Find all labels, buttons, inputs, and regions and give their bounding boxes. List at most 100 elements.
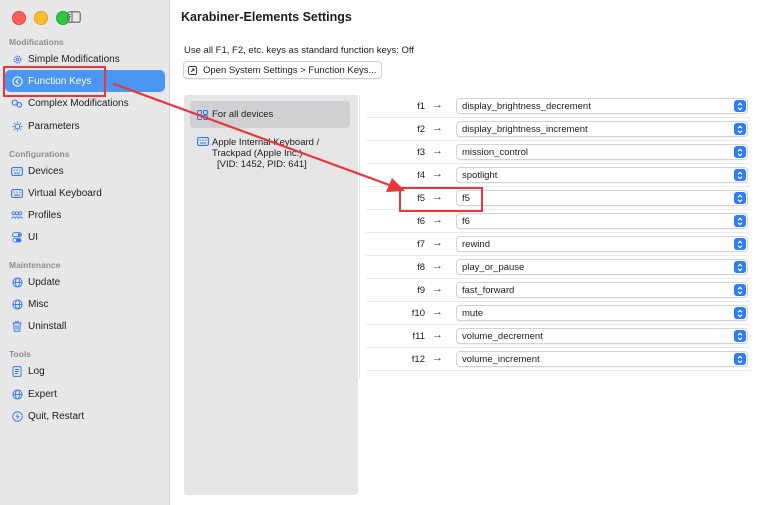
close-window-button[interactable] bbox=[12, 11, 26, 25]
mapping-select-value: mission_control bbox=[462, 147, 528, 158]
arrow-right-icon: → bbox=[432, 260, 443, 272]
arrow-right-icon: → bbox=[432, 168, 443, 180]
mapping-select[interactable]: f6 bbox=[456, 213, 748, 229]
function-key-label: f4 bbox=[417, 170, 425, 181]
function-key-label: f10 bbox=[411, 308, 425, 319]
device-item-all-devices[interactable]: For all devices bbox=[190, 101, 350, 128]
sidebar-item-virtual-keyboard[interactable]: Virtual Keyboard bbox=[5, 182, 165, 204]
mapping-row-f4: f4 → spotlight bbox=[366, 164, 750, 187]
sidebar-item-profiles[interactable]: Profiles bbox=[5, 204, 165, 226]
mapping-select-value: play_or_pause bbox=[462, 262, 525, 273]
mapping-select[interactable]: spotlight bbox=[456, 167, 748, 183]
mapping-row-f1: f1 → display_brightness_decrement bbox=[366, 95, 750, 118]
keyboard-icon bbox=[11, 165, 23, 177]
function-key-label: f2 bbox=[417, 124, 425, 135]
gear-icon bbox=[11, 53, 23, 65]
keyboard-icon bbox=[11, 187, 23, 199]
mapping-select[interactable]: volume_increment bbox=[456, 351, 748, 367]
sidebar-item-update[interactable]: Update bbox=[5, 271, 165, 293]
arrow-right-icon: → bbox=[432, 329, 443, 341]
function-keys-status: Use all F1, F2, etc. keys as standard fu… bbox=[184, 45, 415, 56]
function-key-label: f3 bbox=[417, 147, 425, 158]
sidebar-item-label: Misc bbox=[28, 298, 49, 310]
profiles-icon bbox=[11, 209, 23, 221]
mapping-select[interactable]: play_or_pause bbox=[456, 259, 748, 275]
window-title: Karabiner-Elements Settings bbox=[181, 10, 352, 24]
open-system-settings-button[interactable]: Open System Settings > Function Keys... bbox=[183, 61, 383, 79]
device-list: For all devices Apple Internal Keyboard … bbox=[184, 95, 358, 495]
mapping-select[interactable]: rewind bbox=[456, 236, 748, 252]
mapping-select-value: display_brightness_decrement bbox=[462, 101, 591, 112]
mapping-row-f7: f7 → rewind bbox=[366, 233, 750, 256]
sidebar-item-label: Complex Modifications bbox=[28, 97, 129, 109]
function-key-label: f7 bbox=[417, 239, 425, 250]
chevron-updown-icon bbox=[734, 353, 746, 365]
mapping-select[interactable]: mission_control bbox=[456, 144, 748, 160]
mapping-select-value: f6 bbox=[462, 216, 470, 227]
mapping-row-f11: f11 → volume_decrement bbox=[366, 325, 750, 348]
chevron-updown-icon bbox=[734, 146, 746, 158]
sidebar-item-uninstall[interactable]: Uninstall bbox=[5, 315, 165, 337]
mapping-select-value: volume_increment bbox=[462, 354, 540, 365]
mapping-select[interactable]: f5 bbox=[456, 190, 748, 206]
chevron-updown-icon bbox=[734, 192, 746, 204]
external-link-icon bbox=[188, 65, 197, 75]
annotation-highlight-f5 bbox=[399, 187, 483, 212]
document-icon bbox=[11, 365, 23, 377]
arrow-right-icon: → bbox=[432, 214, 443, 226]
sidebar-item-misc[interactable]: Misc bbox=[5, 293, 165, 315]
power-icon bbox=[11, 410, 23, 422]
mapping-select[interactable]: volume_decrement bbox=[456, 328, 748, 344]
globe-icon bbox=[11, 298, 23, 310]
chevron-updown-icon bbox=[734, 100, 746, 112]
function-key-label: f1 bbox=[417, 101, 425, 112]
mapping-row-f12: f12 → volume_increment bbox=[366, 348, 750, 371]
chevron-updown-icon bbox=[734, 123, 746, 135]
sidebar-item-label: Virtual Keyboard bbox=[28, 187, 102, 199]
mapping-row-f2: f2 → display_brightness_increment bbox=[366, 118, 750, 141]
section-title-tools: Tools bbox=[9, 349, 32, 359]
globe-icon bbox=[11, 388, 23, 400]
device-item-label: For all devices bbox=[212, 109, 274, 120]
chevron-updown-icon bbox=[734, 169, 746, 181]
section-title-maintenance: Maintenance bbox=[9, 260, 61, 270]
mapping-select[interactable]: fast_forward bbox=[456, 282, 748, 298]
arrow-right-icon: → bbox=[432, 306, 443, 318]
function-key-label: f11 bbox=[412, 331, 425, 342]
sidebar-item-expert[interactable]: Expert bbox=[5, 383, 165, 405]
sidebar-item-label: Quit, Restart bbox=[28, 410, 85, 422]
arrow-right-icon: → bbox=[432, 283, 443, 295]
function-key-label: f9 bbox=[417, 285, 425, 296]
annotation-highlight-function-keys bbox=[3, 66, 106, 97]
complex-gears-icon bbox=[11, 97, 23, 109]
sidebar-item-label: Profiles bbox=[28, 209, 62, 221]
sidebar-item-log[interactable]: Log bbox=[5, 360, 165, 382]
window-controls bbox=[12, 11, 70, 25]
arrow-right-icon: → bbox=[432, 237, 443, 249]
minimize-window-button[interactable] bbox=[34, 11, 48, 25]
sidebar-item-ui[interactable]: UI bbox=[5, 226, 165, 248]
mapping-select-value: volume_decrement bbox=[462, 331, 543, 342]
sidebar-item-label: Log bbox=[28, 365, 45, 377]
mapping-select-value: spotlight bbox=[462, 170, 498, 181]
arrow-right-icon: → bbox=[432, 352, 443, 364]
main-content: Karabiner-Elements Settings Use all F1, … bbox=[170, 0, 760, 505]
device-keyboard-line2: Trackpad (Apple Inc.) bbox=[212, 148, 303, 159]
sidebar-item-devices[interactable]: Devices bbox=[5, 160, 165, 182]
globe-icon bbox=[11, 276, 23, 288]
sidebar-item-quit-restart[interactable]: Quit, Restart bbox=[5, 405, 165, 427]
sidebar-item-label: Simple Modifications bbox=[28, 53, 120, 65]
sidebar-toggle-icon[interactable] bbox=[67, 10, 81, 28]
function-key-label: f6 bbox=[417, 216, 425, 227]
mapping-select-value: display_brightness_increment bbox=[462, 124, 588, 135]
mapping-select[interactable]: display_brightness_increment bbox=[456, 121, 748, 137]
mapping-select[interactable]: display_brightness_decrement bbox=[456, 98, 748, 114]
sidebar-item-parameters[interactable]: Parameters bbox=[5, 115, 165, 137]
chevron-updown-icon bbox=[734, 261, 746, 273]
mapping-select[interactable]: mute bbox=[456, 305, 748, 321]
sidebar-item-label: Parameters bbox=[28, 120, 80, 132]
sidebar-item-label: Update bbox=[28, 276, 61, 288]
mapping-row-f8: f8 → play_or_pause bbox=[366, 256, 750, 279]
toggle-icon bbox=[11, 231, 23, 243]
device-item-apple-internal-keyboard[interactable]: Apple Internal Keyboard / Trackpad (Appl… bbox=[190, 135, 350, 175]
